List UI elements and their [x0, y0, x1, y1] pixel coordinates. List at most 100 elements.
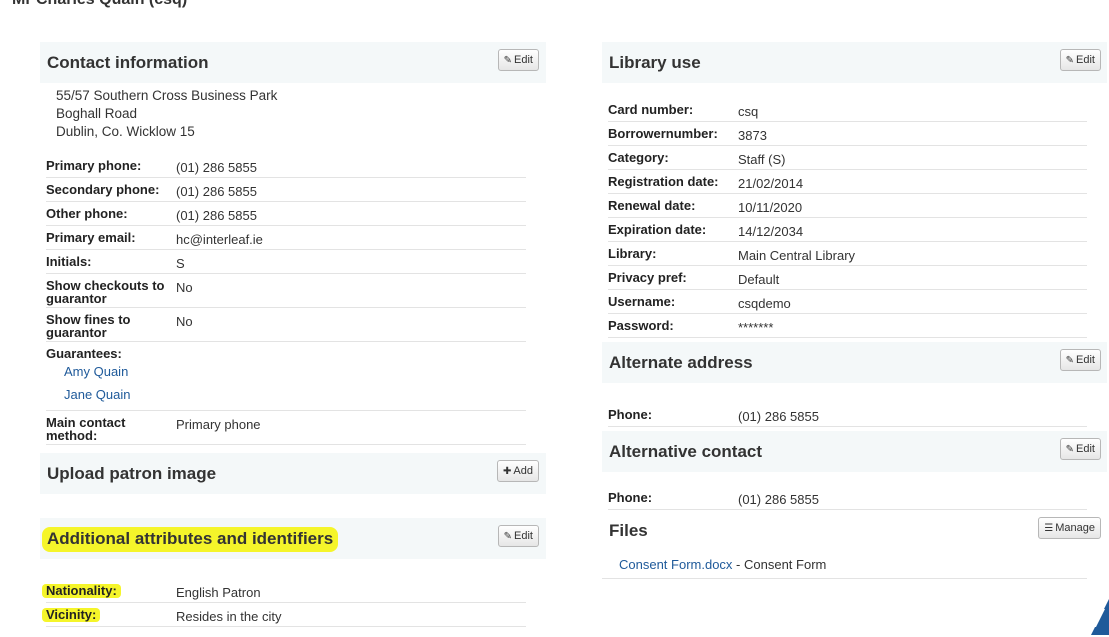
library-use-edit-button[interactable]: ✎ Edit	[1059, 49, 1101, 71]
guarantees-label: Guarantees:	[46, 346, 122, 361]
app-logo-icon	[1091, 599, 1109, 635]
table-row: Secondary phone: (01) 286 5855	[46, 178, 526, 202]
address-line: Boghall Road	[56, 106, 138, 121]
file-link[interactable]: Consent Form.docx	[619, 557, 732, 572]
pencil-icon: ✎	[1065, 443, 1075, 455]
row-value: *******	[738, 320, 774, 335]
row-value: No	[176, 314, 193, 329]
table-row: Show checkouts to guarantor No	[46, 274, 526, 308]
plus-icon: ✚	[503, 465, 512, 477]
row-value: csqdemo	[738, 296, 791, 311]
edit-label: Edit	[1076, 54, 1095, 66]
pencil-icon: ✎	[1065, 54, 1075, 66]
row-value: Primary phone	[176, 417, 261, 432]
row-label: Card number:	[608, 102, 694, 117]
row-label: Primary email:	[46, 230, 136, 245]
row-value: Default	[738, 272, 780, 287]
table-row: Category: Staff (S)	[608, 146, 1087, 170]
attributes-header: Additional attributes and identifiers ✎ …	[40, 518, 546, 559]
highlight-marker: Nationality:	[42, 584, 121, 598]
vicinity-label: Vicinity:	[46, 607, 97, 622]
row-label: Primary phone:	[46, 158, 142, 173]
right-column: Library use ✎ Edit Card number: csq Borro…	[602, 42, 1107, 579]
manage-files-button[interactable]: ☰ Manage	[1038, 517, 1101, 539]
row-label: Secondary phone:	[46, 182, 160, 197]
table-row: Vicinity: Resides in the city	[41, 603, 526, 627]
table-row: Borrowernumber: 3873	[608, 122, 1087, 146]
address-block: 55/57 Southern Cross Business Park Bogha…	[40, 83, 546, 141]
edit-label: Edit	[1076, 354, 1095, 366]
pencil-icon: ✎	[503, 54, 513, 66]
contact-rows: Primary phone: (01) 286 5855 Secondary p…	[40, 154, 546, 445]
edit-label: Edit	[514, 530, 533, 542]
files-title: Files	[609, 520, 648, 540]
alt-address-edit-button[interactable]: ✎ Edit	[1059, 349, 1101, 371]
table-row: Main contact method: Primary phone	[46, 411, 526, 445]
row-value: Resides in the city	[176, 609, 282, 624]
table-row: Renewal date: 10/11/2020	[608, 194, 1087, 218]
other-phone-link[interactable]: (01) 286 5855	[176, 206, 257, 223]
alt-contact-header: Alternative contact ✎ Edit	[602, 431, 1107, 472]
row-value: csq	[738, 104, 759, 119]
row-value: No	[176, 280, 193, 295]
add-image-button[interactable]: ✚ Add	[497, 460, 539, 482]
alt-address-phone-link[interactable]: (01) 286 5855	[738, 407, 819, 424]
table-row: Library: Main Central Library	[608, 242, 1087, 266]
secondary-phone-link[interactable]: (01) 286 5855	[176, 182, 257, 199]
library-use-rows: Card number: csq Borrowernumber: 3873 Cate…	[602, 98, 1107, 338]
alt-contact-rows: Phone: (01) 286 5855	[602, 486, 1107, 510]
table-row: Phone: (01) 286 5855	[608, 403, 1087, 427]
row-label: Phone:	[608, 407, 653, 422]
table-row: Primary email: hc@interleaf.ie	[46, 226, 526, 250]
files-header: Files ☰ Manage	[602, 510, 1107, 551]
alt-contact-phone-link[interactable]: (01) 286 5855	[738, 490, 819, 507]
guarantees-row: Guarantees: Amy Quain Jane Quain	[46, 342, 526, 411]
email-link[interactable]: hc@interleaf.ie	[176, 230, 263, 247]
table-row: Card number: csq	[608, 98, 1087, 122]
row-value: Main Central Library	[738, 248, 856, 263]
table-row: Expiration date: 14/12/2034	[608, 218, 1087, 242]
edit-label: Edit	[1076, 443, 1095, 455]
table-row: Registration date: 21/02/2014	[608, 170, 1087, 194]
row-value: 14/12/2034	[738, 224, 804, 239]
row-label: Initials:	[46, 254, 92, 269]
row-value: 3873	[738, 128, 767, 143]
table-row: Other phone: (01) 286 5855	[46, 202, 526, 226]
row-label: Registration date:	[608, 174, 719, 189]
row-value: Staff (S)	[738, 152, 786, 167]
pencil-icon: ✎	[503, 530, 513, 542]
library-use-title: Library use	[609, 52, 701, 72]
contact-edit-button[interactable]: ✎ Edit	[497, 49, 539, 71]
highlight-marker: Additional attributes and identifiers	[41, 526, 339, 552]
row-value: 21/02/2014	[738, 176, 804, 191]
table-row: Password: *******	[608, 314, 1087, 338]
alt-contact-edit-button[interactable]: ✎ Edit	[1059, 438, 1101, 460]
attributes-edit-button[interactable]: ✎ Edit	[497, 525, 539, 547]
row-label: Vicinity:	[41, 607, 176, 622]
row-label: Show checkouts to guarantor	[46, 278, 165, 306]
row-label: Password:	[608, 318, 674, 333]
library-use-header: Library use ✎ Edit	[602, 42, 1107, 83]
row-value: S	[176, 256, 185, 271]
table-row: Nationality: English Patron	[42, 579, 526, 603]
row-value: 10/11/2020	[738, 200, 803, 215]
alt-contact-title: Alternative contact	[609, 441, 763, 461]
guarantee-link[interactable]: Amy Quain	[64, 364, 128, 379]
row-label: Privacy pref:	[608, 270, 687, 285]
upload-image-header: Upload patron image ✚ Add	[40, 453, 546, 494]
table-row: Privacy pref: Default	[608, 266, 1087, 290]
primary-phone-link[interactable]: (01) 286 5855	[176, 158, 257, 175]
manage-label: Manage	[1055, 522, 1095, 534]
contact-info-header: Contact information ✎ Edit	[40, 42, 546, 83]
alt-address-rows: Phone: (01) 286 5855	[602, 403, 1107, 427]
edit-label: Edit	[514, 54, 533, 66]
address-line: Dublin, Co. Wicklow 15	[56, 124, 195, 139]
file-item: Consent Form.docx - Consent Form	[602, 551, 1087, 579]
guarantee-link[interactable]: Jane Quain	[64, 387, 131, 402]
table-row: Phone: (01) 286 5855	[608, 486, 1087, 510]
table-row: Username: csqdemo	[608, 290, 1087, 314]
alt-address-header: Alternate address ✎ Edit	[602, 342, 1107, 383]
row-label: Expiration date:	[608, 222, 707, 237]
row-label: Renewal date:	[608, 198, 696, 213]
attributes-rows: Nationality: English Patron Vicinity: Re…	[40, 579, 546, 627]
